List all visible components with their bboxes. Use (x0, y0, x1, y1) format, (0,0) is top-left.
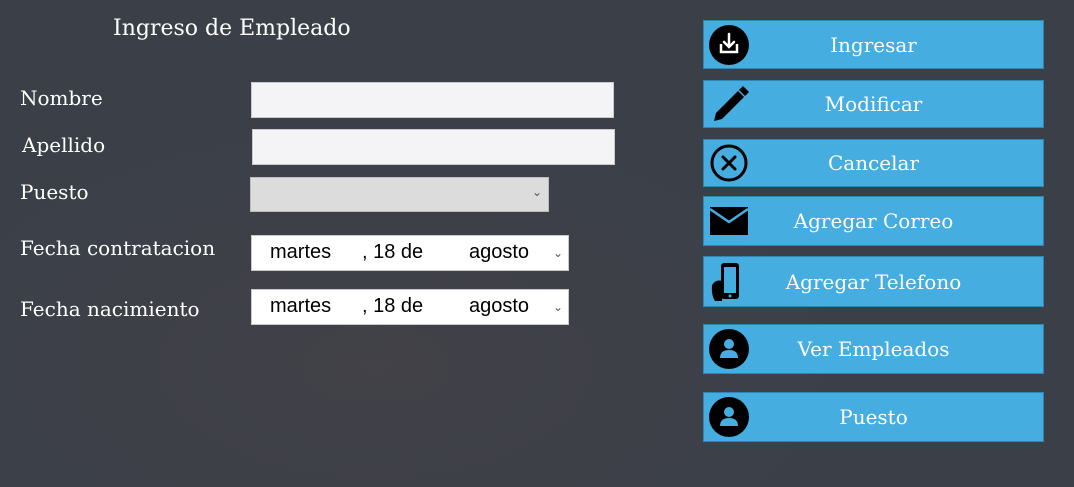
fecha-nacimiento-day: , 18 de (362, 295, 424, 317)
puesto-select[interactable]: ⌄ (250, 177, 549, 212)
chevron-down-icon: ⌄ (553, 246, 564, 260)
fecha-contratacion-label: Fecha contratacion (20, 236, 216, 260)
agregar-correo-button[interactable]: Agregar Correo (703, 196, 1044, 246)
cancelar-button[interactable]: Cancelar (703, 139, 1044, 187)
agregar-telefono-label: Agregar Telefono (785, 269, 962, 294)
puesto-button-label: Puesto (839, 405, 908, 429)
apellido-label: Apellido (22, 133, 106, 157)
fecha-contratacion-weekday: martes (270, 241, 332, 263)
ingresar-button[interactable]: Ingresar (703, 20, 1044, 69)
form-title: Ingreso de Empleado (113, 16, 351, 41)
modificar-label: Modificar (824, 92, 923, 116)
cancelar-label: Cancelar (827, 151, 920, 175)
chevron-down-icon: ⌄ (553, 300, 564, 314)
fecha-nacimiento-label: Fecha nacimiento (20, 297, 200, 321)
ver-empleados-button[interactable]: Ver Empleados (703, 324, 1044, 374)
fecha-nacimiento-picker[interactable]: martes , 18 de agosto ⌄ (251, 289, 569, 325)
modificar-button[interactable]: Modificar (703, 80, 1044, 128)
nombre-label: Nombre (20, 86, 103, 110)
ingresar-label: Ingresar (830, 32, 917, 57)
puesto-button[interactable]: Puesto (703, 392, 1044, 442)
fecha-contratacion-picker[interactable]: martes , 18 de agosto ⌄ (251, 235, 569, 271)
fecha-nacimiento-weekday: martes (270, 295, 332, 317)
nombre-input[interactable] (251, 82, 614, 118)
agregar-correo-label: Agregar Correo (793, 209, 954, 233)
ver-empleados-label: Ver Empleados (797, 337, 950, 361)
fecha-contratacion-day: , 18 de (362, 241, 424, 263)
fecha-nacimiento-month: agosto (469, 295, 530, 317)
fecha-contratacion-month: agosto (469, 241, 530, 263)
chevron-down-icon: ⌄ (531, 185, 542, 199)
puesto-label: Puesto (20, 180, 89, 204)
agregar-telefono-button[interactable]: Agregar Telefono (703, 256, 1044, 307)
apellido-input[interactable] (252, 129, 615, 165)
